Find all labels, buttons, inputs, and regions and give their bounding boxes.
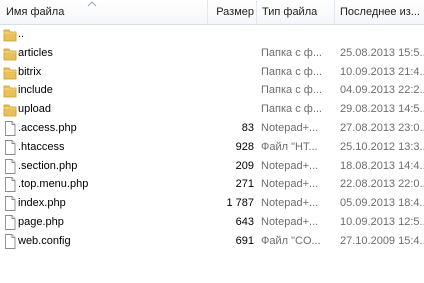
file-size: 1 787	[226, 197, 254, 210]
column-header-date-label: Последнее из...	[340, 6, 420, 18]
file-name: bitrix	[18, 65, 42, 78]
file-name: articles	[18, 46, 53, 59]
column-header-name-label: Имя файла	[6, 6, 65, 18]
file-size	[208, 63, 256, 82]
file-row[interactable]: ..	[0, 25, 424, 44]
file-type: Notepad+...	[261, 159, 319, 172]
column-header-date[interactable]: Последнее из...	[335, 0, 424, 24]
file-row[interactable]: .htaccess 928 Файл "HT... 25.10.2012 13:…	[0, 138, 424, 157]
file-icon	[5, 121, 16, 136]
file-row[interactable]: articles Папка с ф... 25.08.2013 15:5...	[0, 44, 424, 63]
file-type: Notepad+...	[261, 178, 319, 191]
file-name: include	[18, 84, 53, 97]
column-header-name[interactable]: Имя файла	[0, 0, 207, 24]
file-date: 04.09.2013 22:2...	[340, 84, 424, 97]
file-size: 83	[241, 121, 254, 134]
file-type	[261, 25, 334, 44]
file-name: ..	[18, 28, 25, 40]
column-header-bar: Имя файла Размер Тип файла Последнее из.…	[0, 0, 424, 25]
column-header-type[interactable]: Тип файла	[257, 0, 334, 24]
file-row[interactable]: upload Папка с ф... 29.08.2013 14:5...	[0, 100, 424, 119]
file-size: 691	[235, 234, 254, 247]
file-row[interactable]: bitrix Папка с ф... 10.09.2013 21:4...	[0, 63, 424, 82]
file-type: Папка с ф...	[261, 103, 322, 116]
column-header-type-label: Тип файла	[262, 6, 318, 18]
file-name: .htaccess	[18, 140, 65, 153]
file-size	[208, 25, 256, 44]
column-header-size-label: Размер	[216, 6, 254, 18]
file-size: 928	[235, 140, 254, 153]
file-date: 22.08.2013 22:0...	[340, 178, 424, 191]
file-icon	[5, 196, 16, 212]
file-icon	[5, 177, 16, 193]
folder-icon	[3, 67, 17, 79]
file-name: .section.php	[18, 159, 78, 172]
file-date: 27.08.2013 23:0...	[340, 121, 424, 134]
folder-icon	[3, 85, 17, 98]
file-name: .access.php	[18, 121, 77, 134]
folder-icon	[3, 48, 17, 61]
file-size	[208, 100, 256, 119]
file-type: Notepad+...	[261, 215, 319, 228]
file-date	[340, 25, 424, 44]
file-date: 29.08.2013 14:5...	[340, 103, 424, 116]
file-type: Папка с ф...	[261, 46, 322, 59]
file-list-pane: Имя файла Размер Тип файла Последнее из.…	[0, 0, 424, 283]
column-header-size[interactable]: Размер	[208, 0, 256, 24]
file-size: 643	[235, 215, 254, 228]
file-date: 10.09.2013 12:5...	[340, 215, 424, 228]
folder-icon	[3, 29, 17, 42]
file-type: Файл "HT...	[261, 140, 318, 153]
file-row[interactable]: .access.php 83 Notepad+... 27.08.2013 23…	[0, 119, 424, 138]
file-name: upload	[18, 103, 52, 116]
folder-icon	[3, 104, 17, 117]
file-row[interactable]: page.php 643 Notepad+... 10.09.2013 12:5…	[0, 213, 424, 232]
file-type: Notepad+...	[261, 121, 319, 134]
file-row[interactable]: index.php 1 787 Notepad+... 05.09.2013 1…	[0, 194, 424, 213]
file-name: web.config	[18, 234, 71, 247]
file-type: Файл "CO...	[261, 234, 321, 247]
file-name: index.php	[18, 197, 66, 210]
file-row[interactable]: web.config 691 Файл "CO... 27.10.2009 15…	[0, 232, 424, 251]
sort-ascending-icon	[87, 1, 97, 7]
file-row[interactable]: include Папка с ф... 04.09.2013 22:2...	[0, 81, 424, 100]
file-row[interactable]: .section.php 209 Notepad+... 18.08.2013 …	[0, 157, 424, 176]
file-icon	[5, 215, 16, 230]
file-type: Папка с ф...	[261, 84, 322, 97]
file-date: 25.08.2013 15:5...	[340, 46, 424, 59]
file-icon	[5, 139, 16, 155]
file-date: 25.10.2012 13:3...	[340, 140, 424, 153]
file-date: 10.09.2013 21:4...	[340, 65, 424, 78]
file-date: 18.08.2013 14:4...	[340, 159, 424, 172]
file-row[interactable]: .top.menu.php 271 Notepad+... 22.08.2013…	[0, 175, 424, 194]
file-type: Notepad+...	[261, 197, 319, 210]
file-name: page.php	[18, 215, 64, 228]
file-list: .. articles Папка с ф... 25.08.2013 15:5…	[0, 25, 424, 251]
file-date: 05.09.2013 18:4...	[340, 197, 424, 210]
file-size	[208, 81, 256, 100]
file-name: .top.menu.php	[18, 178, 89, 191]
file-type: Папка с ф...	[261, 65, 322, 78]
file-icon	[5, 233, 16, 249]
file-size: 209	[235, 159, 254, 172]
file-date: 27.10.2009 15:4...	[340, 234, 424, 247]
file-size	[208, 44, 256, 63]
file-size: 271	[235, 178, 254, 191]
file-icon	[5, 158, 16, 174]
